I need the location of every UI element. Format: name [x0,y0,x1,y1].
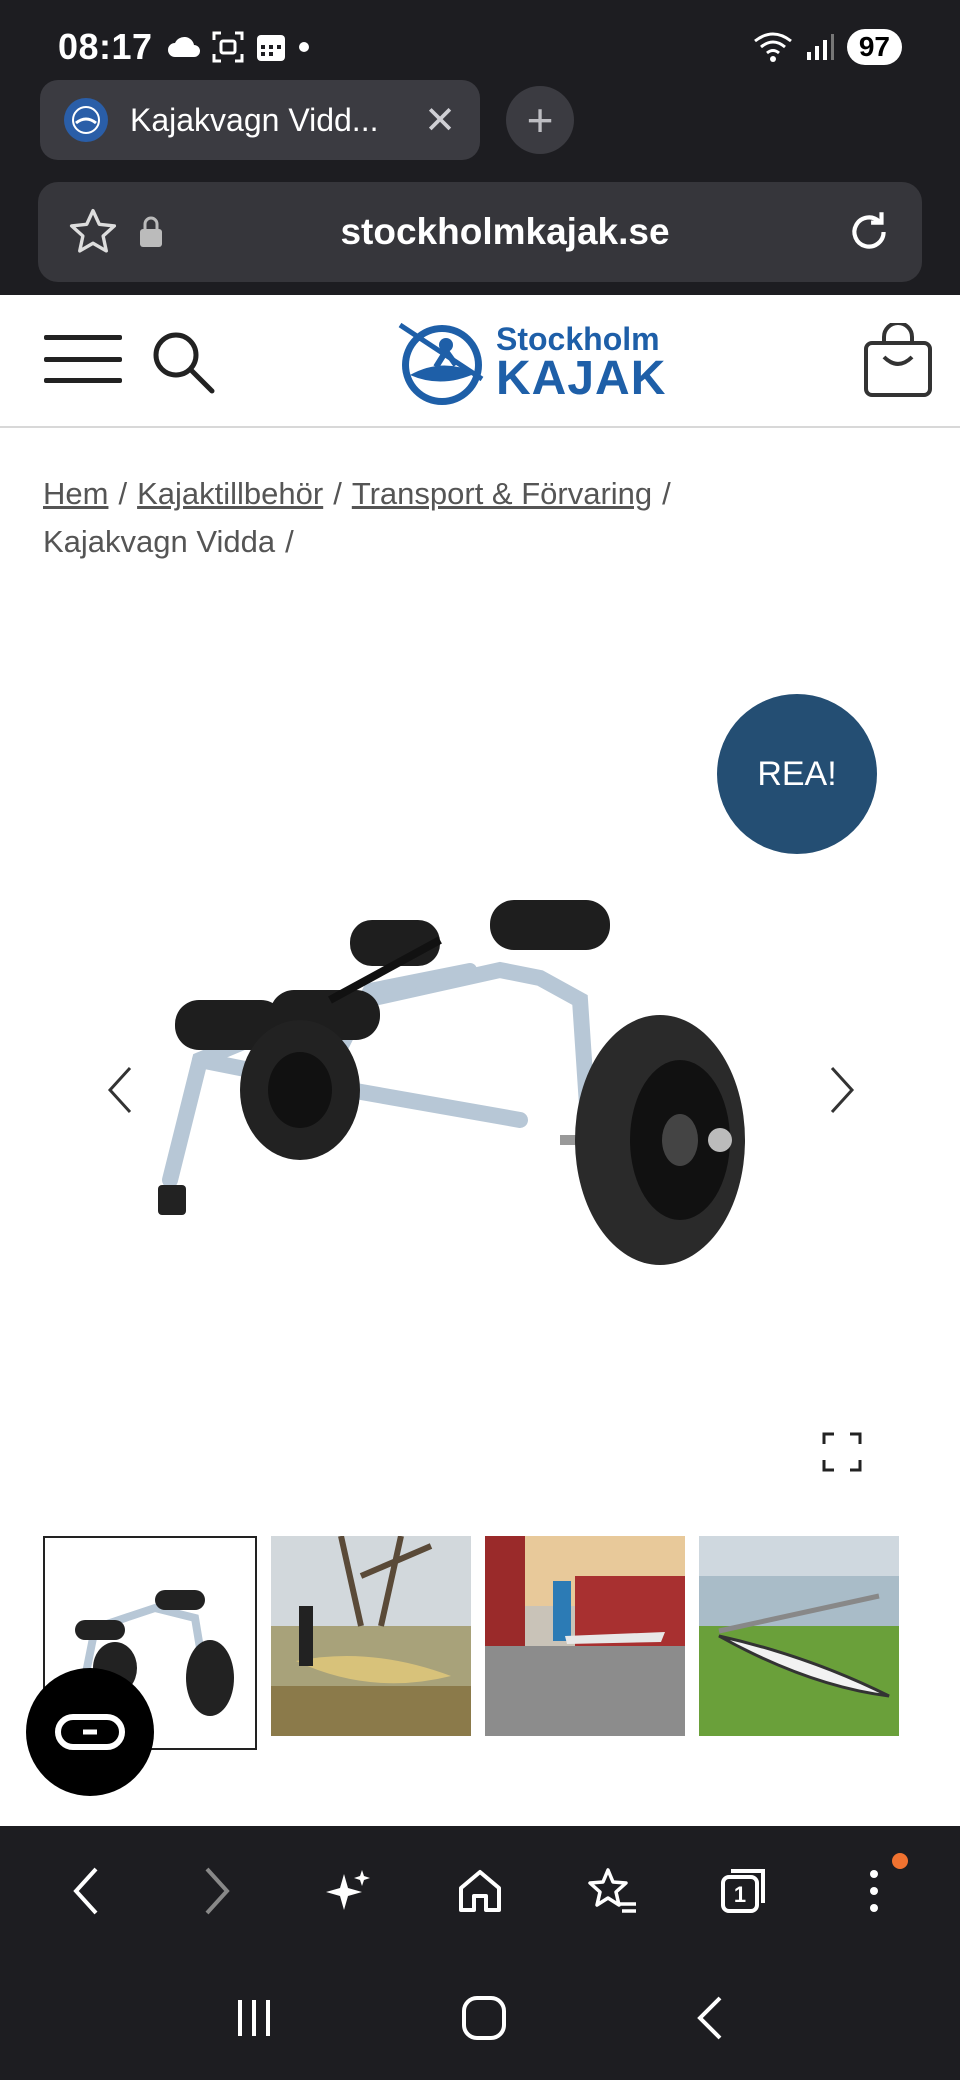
status-time: 08:17 [58,26,153,67]
sparkle-icon [325,1870,370,1910]
close-tab-icon[interactable]: ✕ [424,98,456,143]
screenshot-icon [212,31,244,63]
thumbnail-3[interactable] [485,1536,685,1736]
back-arrow-icon [73,1867,98,1915]
dot-icon [298,42,309,52]
thumbnail-4[interactable] [699,1536,899,1736]
logo-text-small: Stockholm [496,321,660,357]
breadcrumb-separator: / [662,476,671,511]
back-nav-icon[interactable] [692,1994,728,2042]
previous-image-arrow-icon[interactable] [100,1060,140,1120]
ai-assist-button[interactable] [309,1851,389,1931]
back-button[interactable] [46,1851,126,1931]
home-button[interactable] [440,1851,520,1931]
more-icon [870,1870,879,1912]
calendar-icon [256,35,285,61]
forward-button[interactable] [177,1851,257,1931]
bookmark-star-icon [588,1868,637,1913]
chat-button[interactable] [26,1668,154,1796]
lock-icon [140,216,162,247]
shopping-bag-icon[interactable] [862,323,934,399]
thumbnail-2[interactable] [271,1536,471,1736]
reload-icon[interactable] [844,207,894,257]
site-header: Stockholm KAJAK [0,295,960,428]
status-bar: 08:17 97 [58,22,902,72]
favicon-icon [64,98,108,142]
more-menu-button[interactable] [834,1851,914,1931]
recent-apps-icon[interactable] [232,1996,276,2040]
forward-arrow-icon [205,1867,230,1915]
breadcrumb-separator: / [118,476,128,511]
product-image[interactable] [140,850,860,1300]
tab-title: Kajakvagn Vidd... [130,101,379,138]
signal-icon [806,34,834,60]
tabs-icon: 1 [720,1869,765,1913]
breadcrumb-link-accessories[interactable]: Kajaktillbehör [137,476,323,511]
address-bar[interactable]: stockholmkajak.se [38,182,922,282]
new-tab-button[interactable]: + [506,86,574,154]
menu-icon[interactable] [44,335,122,383]
chat-icon [55,1714,125,1750]
home-nav-icon[interactable] [460,1994,508,2042]
wifi-icon [753,32,792,62]
kayak-logo-icon [398,322,484,405]
notification-dot [892,1853,909,1869]
url-text[interactable]: stockholmkajak.se [166,211,844,253]
svg-text:1: 1 [734,1882,746,1907]
browser-chrome: 08:17 97 Kajakvagn Vidd... ✕ + stockholm… [0,0,960,295]
logo-text-big: KAJAK [496,352,667,405]
bookmarks-button[interactable] [571,1851,651,1931]
product-gallery: REA! [0,600,960,1480]
breadcrumb-link-transport[interactable]: Transport & Förvaring [352,476,652,511]
fullscreen-icon[interactable] [822,1432,862,1472]
sale-badge: REA! [717,694,877,854]
breadcrumb-link-home[interactable]: Hem [43,476,108,511]
home-icon [458,1870,501,1912]
search-icon[interactable] [148,327,218,397]
browser-tab[interactable]: Kajakvagn Vidd... ✕ [40,80,480,160]
browser-toolbar: 1 [0,1826,960,1956]
tabs-button[interactable]: 1 [703,1851,783,1931]
system-nav-bar [0,1956,960,2080]
battery-indicator: 97 [846,29,902,65]
thumbnail-strip [43,1536,899,1750]
site-logo[interactable]: Stockholm KAJAK [396,317,666,409]
breadcrumb-separator: / [285,524,294,559]
next-image-arrow-icon[interactable] [822,1060,862,1120]
breadcrumb-current: Kajakvagn Vidda [43,524,276,559]
star-icon[interactable] [66,205,120,259]
breadcrumb: Hem / Kajaktillbehör / Transport & Förvaring… [43,470,923,566]
cloud-icon [167,36,200,57]
breadcrumb-separator: / [333,476,342,511]
